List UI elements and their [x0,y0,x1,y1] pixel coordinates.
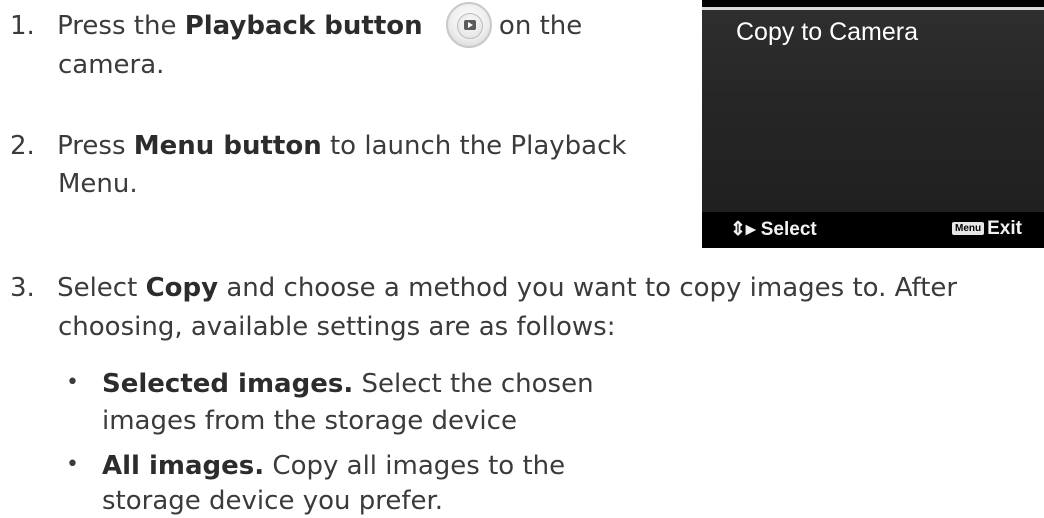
bullet-selected-images-continued: images from the storage device [102,406,517,436]
menu-item-copy-to-camera: Copy to Camera [736,18,919,46]
exit-label: Exit [987,218,1022,239]
step-text-end: on the [490,11,583,41]
bullet-text: Copy all images to the [264,451,566,481]
bullet-all-images-continued: storage device you prefer. [102,486,444,516]
bullet-dot: • [66,452,79,477]
step-2: 2. Press Menu button to launch the Playb… [10,129,626,163]
step-text: Press the [57,11,185,41]
step-1-continued: camera. [58,50,165,80]
step-text-end: to launch the Playback [321,131,627,161]
screen-top-bar [702,0,1044,10]
select-label: Select [760,219,817,240]
step-3: 3. Select Copy and choose a method you w… [10,271,957,305]
step-3-continued: choosing, available settings are as foll… [58,312,616,342]
select-hint: ⇕▸ Select [730,218,817,241]
bullet-selected-images: Selected images. Select the chosen [102,367,594,401]
step-2-continued: Menu. [58,169,138,199]
bullet-bold: Selected images. [102,369,354,399]
step-number: 3. [10,273,35,303]
up-down-arrows-icon: ⇕▸ [730,219,756,240]
step-text-end: and choose a method you want to copy ima… [218,273,958,303]
bullet-bold: All images. [102,451,265,481]
step-text: Select [57,273,146,303]
camera-playback-menu-screen: Copy to Camera ⇕▸ Select Menu Exit [702,0,1044,248]
step-number: 2. [10,131,35,161]
step-bold: Menu button [133,131,322,161]
bullet-text: Select the chosen [353,369,594,399]
playback-button-icon [446,2,492,48]
step-bold: Playback button [184,11,423,41]
step-1: 1. Press the Playback button on the [10,9,582,43]
bullet-all-images: All images. Copy all images to the [102,449,565,483]
screen-bottom-bar: ⇕▸ Select Menu Exit [702,212,1044,248]
step-number: 1. [10,11,35,41]
exit-hint: Menu Exit [952,218,1022,240]
bullet-dot: • [66,370,79,395]
menu-key-icon: Menu [952,222,985,235]
step-bold: Copy [145,273,219,303]
step-text: Press [57,131,134,161]
